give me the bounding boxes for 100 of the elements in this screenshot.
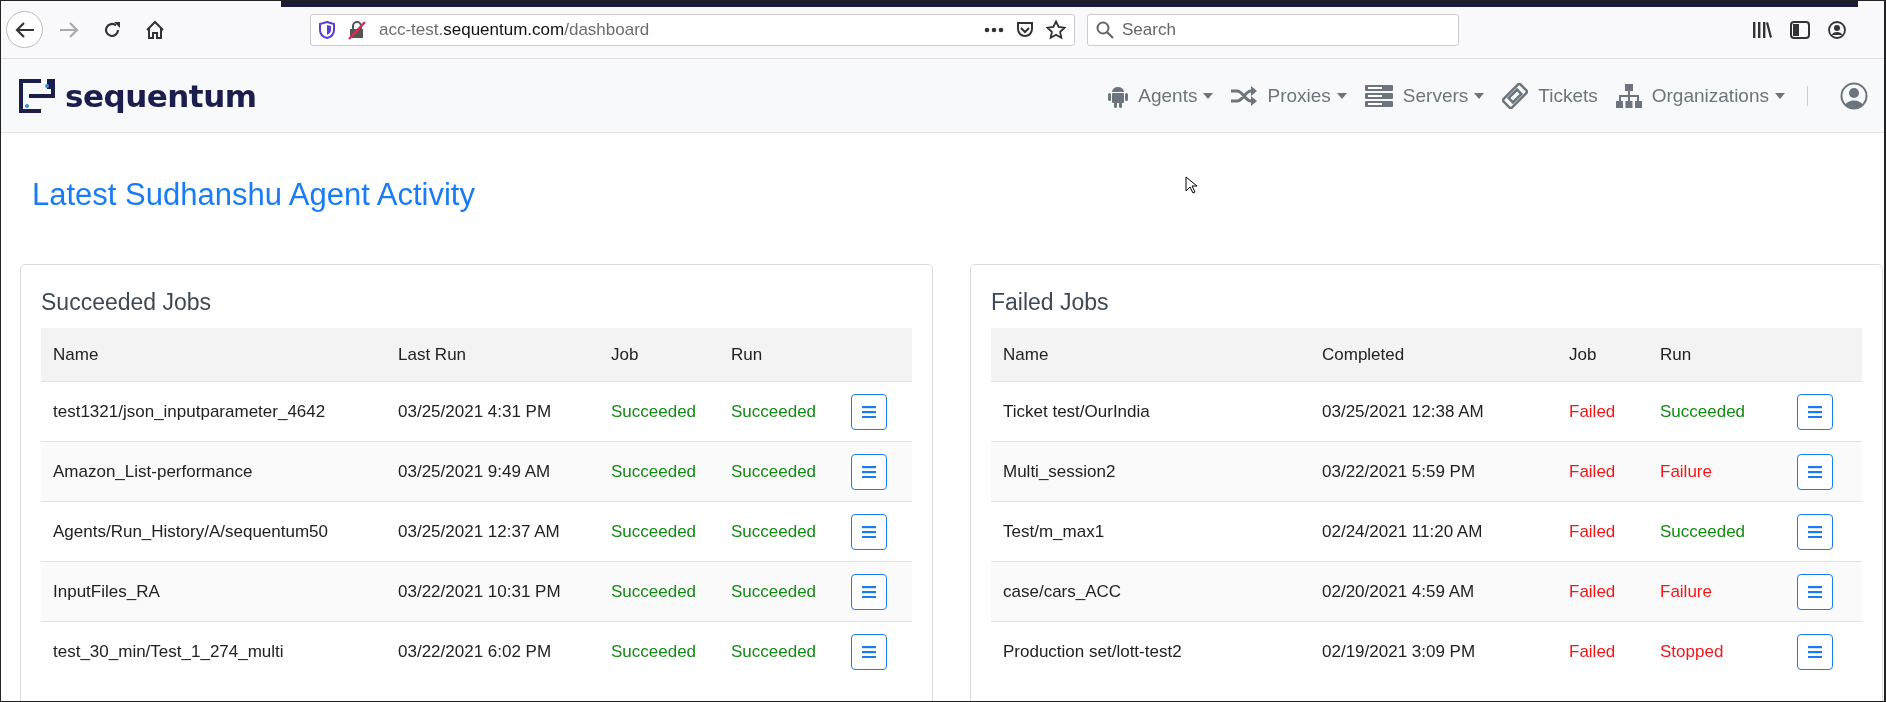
run-status: Stopped: [1660, 641, 1724, 662]
column-header: Job: [1568, 344, 1597, 365]
job-name: case/cars_ACC: [1003, 581, 1122, 602]
list-icon: [862, 525, 876, 538]
job-time: 02/24/2021 11:20 AM: [1322, 521, 1483, 542]
column-header: Run: [730, 344, 763, 365]
list-icon: [1808, 465, 1822, 478]
job-status: Failed: [1569, 461, 1616, 482]
nav-menu-item[interactable]: Agents: [1108, 83, 1214, 108]
search-icon: [1096, 20, 1114, 39]
reload-icon: [102, 20, 121, 39]
menu-button[interactable]: [851, 573, 887, 610]
job-status: Succeeded: [611, 461, 697, 482]
job-name: Production set/lott-test2: [1003, 641, 1182, 662]
brand-name[interactable]: sequentum: [65, 77, 257, 114]
list-icon: [862, 405, 876, 418]
home-icon: [144, 19, 165, 40]
job-status: Succeeded: [611, 521, 697, 542]
pocket-icon[interactable]: [1016, 20, 1034, 39]
more-icon[interactable]: [984, 26, 1004, 33]
nav-menu-item[interactable]: Organizations: [1615, 83, 1785, 108]
run-status: Succeeded: [731, 581, 817, 602]
job-time: 03/22/2021 5:59 PM: [1322, 461, 1476, 482]
menu-button[interactable]: [851, 513, 887, 550]
run-status: Succeeded: [1660, 521, 1746, 542]
menu-button[interactable]: [1797, 573, 1833, 610]
list-icon: [862, 585, 876, 598]
server-icon: [1364, 84, 1393, 107]
shield-icon[interactable]: [319, 20, 335, 39]
job-name: Agents/Run_History/A/sequentum50: [53, 521, 328, 542]
run-status: Succeeded: [1660, 401, 1746, 422]
job-status: Failed: [1569, 521, 1616, 542]
run-status: Succeeded: [731, 521, 817, 542]
cursor-icon: [1185, 176, 1197, 194]
list-icon: [862, 465, 876, 478]
job-name: test_30_min/Test_1_274_multi: [53, 641, 284, 662]
sitemap-icon: [1615, 83, 1642, 108]
job-time: 02/20/2021 4:59 AM: [1322, 581, 1475, 602]
run-status: Failure: [1660, 461, 1712, 482]
column-header: Run: [1659, 344, 1692, 365]
list-icon: [1808, 645, 1822, 658]
run-status: Succeeded: [731, 641, 817, 662]
list-icon: [1808, 405, 1822, 418]
job-status: Failed: [1569, 641, 1616, 662]
job-status: Failed: [1569, 401, 1616, 422]
menu-button[interactable]: [1797, 453, 1833, 490]
back-button[interactable]: [6, 11, 43, 48]
page-title: Latest Sudhanshu Agent Activity: [32, 177, 475, 213]
list-icon: [862, 645, 876, 658]
menu-button[interactable]: [1797, 633, 1833, 670]
back-arrow-icon: [14, 20, 35, 39]
job-time: 03/25/2021 12:37 AM: [398, 521, 560, 542]
job-name: test1321/json_inputparameter_4642: [53, 401, 326, 422]
panel-title: Failed Jobs: [991, 289, 1109, 316]
job-status: Failed: [1569, 581, 1616, 602]
job-status: Succeeded: [611, 401, 697, 422]
menu-button[interactable]: [1797, 393, 1833, 430]
run-status: Succeeded: [731, 461, 817, 482]
nav-menu-item[interactable]: Tickets: [1502, 82, 1598, 109]
search-field[interactable]: Search: [1087, 13, 1459, 46]
menu-button[interactable]: [1797, 513, 1833, 550]
star-icon[interactable]: [1046, 19, 1066, 40]
forward-arrow-icon: [58, 20, 79, 39]
run-status: Succeeded: [731, 401, 817, 422]
job-status: Succeeded: [611, 581, 697, 602]
nav-menu-item[interactable]: Proxies: [1231, 84, 1347, 107]
logo-icon[interactable]: [19, 78, 55, 113]
job-name: Multi_session2: [1003, 461, 1116, 482]
column-header: Name: [1002, 344, 1049, 365]
column-header: Last Run: [397, 344, 467, 365]
job-time: 02/19/2021 3:09 PM: [1322, 641, 1476, 662]
address-bar[interactable]: acc-test.sequentum.com/dashboard: [310, 13, 1075, 46]
nav-menu-item[interactable]: Servers: [1364, 84, 1485, 107]
job-time: 03/25/2021 12:38 AM: [1322, 401, 1484, 422]
menu-button[interactable]: [851, 633, 887, 670]
url-text[interactable]: acc-test.sequentum.com/dashboard: [379, 19, 984, 40]
list-icon: [1808, 525, 1822, 538]
sidebar-icon[interactable]: [1790, 20, 1810, 39]
job-status: Succeeded: [611, 641, 697, 662]
job-name: InputFiles_RA: [53, 581, 160, 602]
library-icon[interactable]: [1752, 20, 1772, 39]
list-icon: [1808, 585, 1822, 598]
job-name: Test/m_max1: [1003, 521, 1105, 542]
crossed-lock-icon[interactable]: [347, 19, 367, 40]
run-status: Failure: [1660, 581, 1712, 602]
account-icon[interactable]: [1828, 20, 1846, 39]
shuffle-icon: [1231, 85, 1258, 106]
user-avatar-icon[interactable]: [1840, 81, 1868, 110]
job-time: 03/25/2021 4:31 PM: [398, 401, 552, 422]
job-name: Ticket test/OurIndia: [1003, 401, 1150, 422]
menu-button[interactable]: [851, 453, 887, 490]
job-time: 03/22/2021 10:31 PM: [398, 581, 561, 602]
ticket-icon: [1502, 82, 1529, 109]
column-header: Name: [52, 344, 99, 365]
panel-title: Succeeded Jobs: [41, 289, 212, 316]
menu-button[interactable]: [851, 393, 887, 430]
column-header: Completed: [1321, 344, 1405, 365]
job-time: 03/25/2021 9:49 AM: [398, 461, 551, 482]
job-time: 03/22/2021 6:02 PM: [398, 641, 552, 662]
column-header: Job: [610, 344, 639, 365]
